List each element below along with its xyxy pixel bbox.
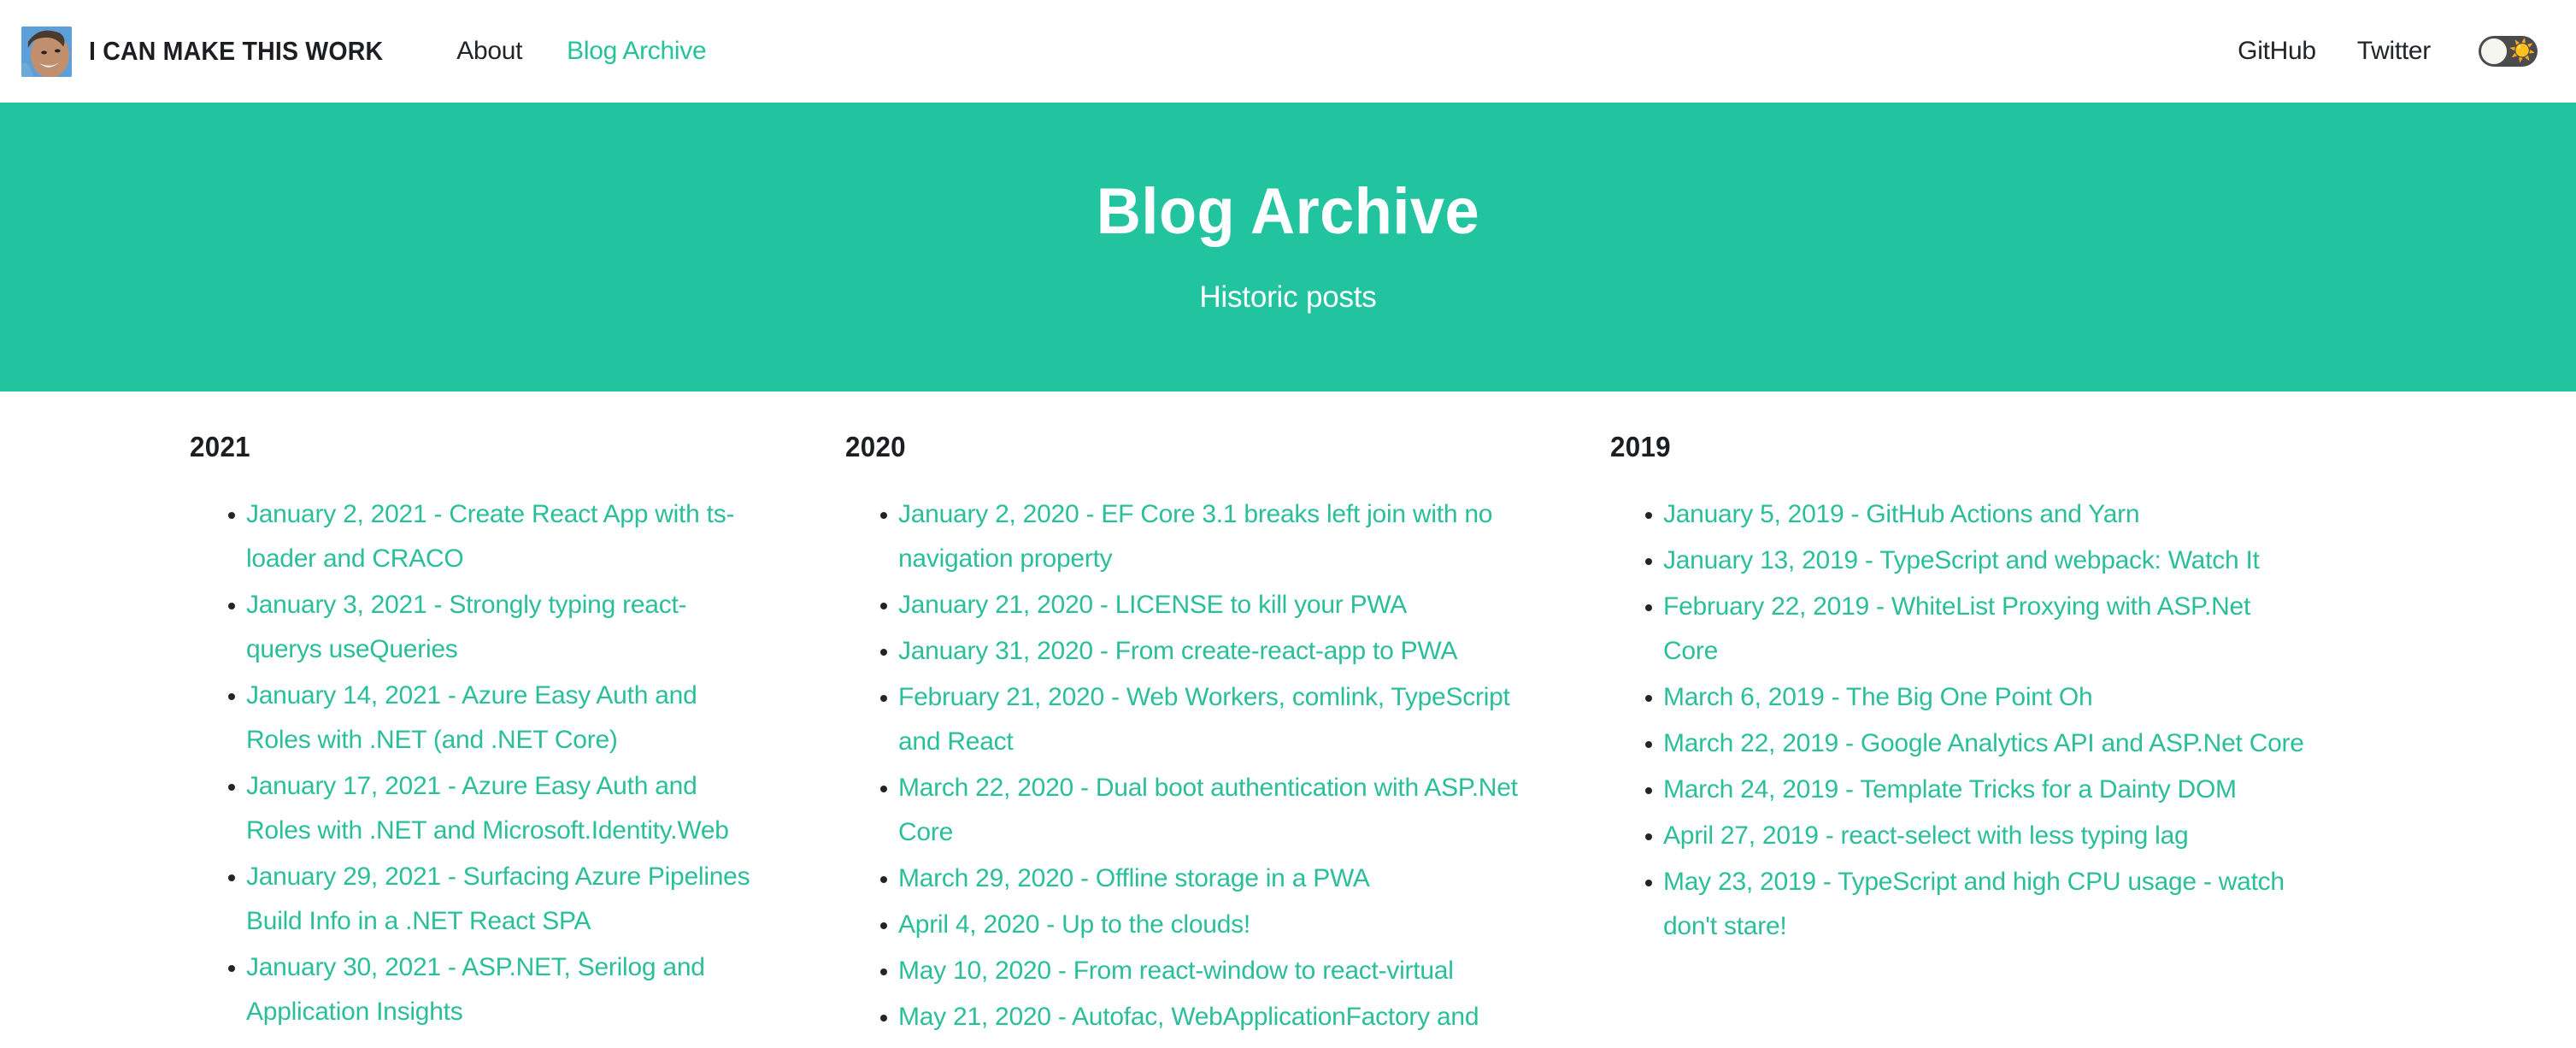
post-list: January 2, 2020 - EF Core 3.1 breaks lef… [845, 492, 1521, 1039]
post-link[interactable]: January 17, 2021 - Azure Easy Auth and R… [246, 764, 761, 853]
list-item: January 14, 2021 - Azure Easy Auth and R… [190, 674, 761, 762]
year-column-2019: 2019 January 5, 2019 - GitHub Actions an… [1521, 431, 2308, 1041]
avatar [21, 26, 72, 77]
post-list: January 5, 2019 - GitHub Actions and Yar… [1610, 492, 2308, 949]
nav-link-blog-archive[interactable]: Blog Archive [567, 37, 706, 66]
list-item: January 29, 2021 - Surfacing Azure Pipel… [190, 855, 761, 944]
list-item: March 22, 2020 - Dual boot authenticatio… [845, 766, 1521, 855]
post-link[interactable]: February 21, 2020 - Web Workers, comlink… [898, 675, 1521, 764]
post-link[interactable]: January 2, 2020 - EF Core 3.1 breaks lef… [898, 492, 1521, 581]
year-heading: 2019 [1610, 431, 1671, 462]
page-title: Blog Archive [1096, 175, 1480, 248]
list-item: January 13, 2019 - TypeScript and webpac… [1610, 539, 2308, 583]
post-list: January 2, 2021 - Create React App with … [190, 492, 761, 1034]
list-item: March 24, 2019 - Template Tricks for a D… [1610, 768, 2308, 812]
post-link[interactable]: January 5, 2019 - GitHub Actions and Yar… [1663, 492, 2308, 537]
secondary-nav: GitHub Twitter ☀️ [2238, 36, 2538, 67]
post-link[interactable]: May 21, 2020 - Autofac, WebApplicationFa… [898, 995, 1521, 1039]
page-subtitle: Historic posts [1199, 280, 1377, 314]
post-link[interactable]: January 31, 2020 - From create-react-app… [898, 629, 1521, 674]
list-item: January 30, 2021 - ASP.NET, Serilog and … [190, 945, 761, 1034]
post-link[interactable]: January 3, 2021 - Strongly typing react-… [246, 583, 761, 672]
list-item: January 17, 2021 - Azure Easy Auth and R… [190, 764, 761, 853]
brand-home-link[interactable]: I CAN MAKE THIS WORK [21, 26, 409, 77]
post-link[interactable]: March 29, 2020 - Offline storage in a PW… [898, 857, 1521, 901]
post-link[interactable]: January 14, 2021 - Azure Easy Auth and R… [246, 674, 761, 762]
list-item: May 23, 2019 - TypeScript and high CPU u… [1610, 860, 2308, 949]
post-link[interactable]: January 13, 2019 - TypeScript and webpac… [1663, 539, 2308, 583]
list-item: April 27, 2019 - react-select with less … [1610, 814, 2308, 858]
theme-toggle-switch[interactable]: ☀️ [2479, 36, 2538, 67]
list-item: January 3, 2021 - Strongly typing react-… [190, 583, 761, 672]
post-link[interactable]: January 29, 2021 - Surfacing Azure Pipel… [246, 855, 761, 944]
list-item: May 10, 2020 - From react-window to reac… [845, 949, 1521, 993]
nav-link-github[interactable]: GitHub [2238, 37, 2316, 66]
post-link[interactable]: March 22, 2019 - Google Analytics API an… [1663, 721, 2308, 766]
post-link[interactable]: January 21, 2020 - LICENSE to kill your … [898, 583, 1521, 627]
post-link[interactable]: May 10, 2020 - From react-window to reac… [898, 949, 1521, 993]
post-link[interactable]: April 4, 2020 - Up to the clouds! [898, 903, 1521, 947]
nav-link-about[interactable]: About [456, 37, 522, 66]
brand-title: I CAN MAKE THIS WORK [89, 36, 384, 66]
list-item: April 4, 2020 - Up to the clouds! [845, 903, 1521, 947]
archive-grid: 2021 January 2, 2021 - Create React App … [0, 392, 2576, 1041]
list-item: February 22, 2019 - WhiteList Proxying w… [1610, 585, 2308, 674]
list-item: March 6, 2019 - The Big One Point Oh [1610, 675, 2308, 720]
post-link[interactable]: February 22, 2019 - WhiteList Proxying w… [1663, 585, 2308, 674]
post-link[interactable]: January 30, 2021 - ASP.NET, Serilog and … [246, 945, 761, 1034]
post-link[interactable]: January 2, 2021 - Create React App with … [246, 492, 761, 581]
primary-nav: About Blog Archive [456, 37, 706, 66]
list-item: January 31, 2020 - From create-react-app… [845, 629, 1521, 674]
list-item: March 22, 2019 - Google Analytics API an… [1610, 721, 2308, 766]
list-item: February 21, 2020 - Web Workers, comlink… [845, 675, 1521, 764]
site-header: I CAN MAKE THIS WORK About Blog Archive … [0, 0, 2576, 103]
page-hero: Blog Archive Historic posts [0, 103, 2576, 392]
post-link[interactable]: April 27, 2019 - react-select with less … [1663, 814, 2308, 858]
list-item: January 2, 2021 - Create React App with … [190, 492, 761, 581]
year-heading: 2021 [190, 431, 250, 462]
nav-link-twitter[interactable]: Twitter [2357, 37, 2432, 66]
year-column-2021: 2021 January 2, 2021 - Create React App … [0, 431, 761, 1041]
post-link[interactable]: March 6, 2019 - The Big One Point Oh [1663, 675, 2308, 720]
year-column-2020: 2020 January 2, 2020 - EF Core 3.1 break… [761, 431, 1521, 1041]
sun-icon: ☀️ [2508, 38, 2536, 63]
year-heading: 2020 [845, 431, 906, 462]
post-link[interactable]: March 24, 2019 - Template Tricks for a D… [1663, 768, 2308, 812]
theme-toggle-knob [2481, 38, 2507, 64]
list-item: January 5, 2019 - GitHub Actions and Yar… [1610, 492, 2308, 537]
post-link[interactable]: May 23, 2019 - TypeScript and high CPU u… [1663, 860, 2308, 949]
list-item: January 21, 2020 - LICENSE to kill your … [845, 583, 1521, 627]
list-item: January 2, 2020 - EF Core 3.1 breaks lef… [845, 492, 1521, 581]
post-link[interactable]: March 22, 2020 - Dual boot authenticatio… [898, 766, 1521, 855]
list-item: May 21, 2020 - Autofac, WebApplicationFa… [845, 995, 1521, 1039]
list-item: March 29, 2020 - Offline storage in a PW… [845, 857, 1521, 901]
